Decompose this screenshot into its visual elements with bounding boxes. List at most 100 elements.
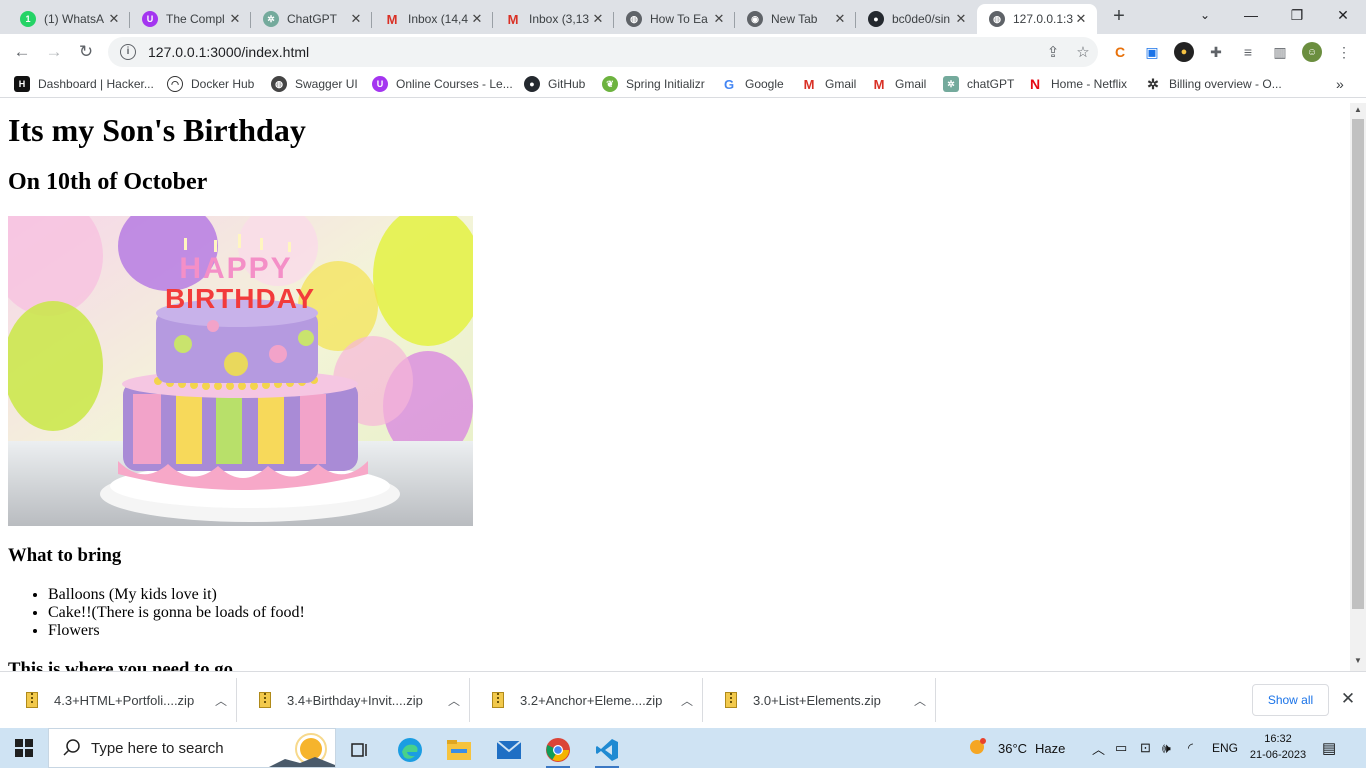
show-hidden-icons-chevron[interactable]: ︿ [1092,728,1105,768]
weather-widget-icon [269,733,335,767]
bookmark-swagger[interactable]: ◍ Swagger UI [271,75,358,93]
where-to-go-heading: This is where you need to go [8,659,233,671]
chevron-up-icon[interactable]: ︿ [439,692,469,709]
reload-icon[interactable]: ↻ [72,38,100,66]
bookmark-github[interactable]: ● GitHub [524,75,585,93]
profile-avatar[interactable]: ☺ [1302,42,1322,62]
close-tab-icon[interactable]: ✕ [832,11,848,27]
gmail-icon: M [386,11,398,27]
show-all-downloads-button[interactable]: Show all [1252,684,1329,716]
close-tab-icon[interactable]: ✕ [227,11,243,27]
back-icon[interactable]: ← [8,38,36,66]
bookmark-gmail-2[interactable]: M Gmail [871,75,927,93]
bookmark-chatgpt[interactable]: ✲ chatGPT [943,75,1014,93]
bookmark-billing-overview[interactable]: ✲ Billing overview - O... [1145,75,1282,93]
tab-udemy[interactable]: U The Compl ✕ [130,4,251,34]
battery-icon[interactable]: ▭ [1115,728,1127,768]
close-tab-icon[interactable]: ✕ [711,11,727,27]
bookmark-online-courses[interactable]: U Online Courses - Le... [372,75,513,93]
extensions-puzzle-icon[interactable]: ✚ [1206,42,1226,62]
weather-tray[interactable]: 36°C Haze [968,728,1065,768]
zip-file-icon [26,692,38,708]
taskbar-search-box[interactable]: Type here to search [48,728,336,768]
share-icon[interactable]: ⇪ [1038,43,1068,61]
bookmark-hackerrank[interactable]: H Dashboard | Hacker... [14,75,154,93]
file-explorer-icon[interactable] [439,732,479,768]
address-bar[interactable]: i 127.0.0.1:3000/index.html ⇪ ☆ [108,37,1098,67]
system-clock[interactable]: 16:32 21-06-2023 [1248,731,1308,763]
vscode-icon[interactable] [587,732,627,768]
download-item[interactable]: 3.0+List+Elements.zip ︿ [703,678,936,722]
windows-start-button[interactable] [0,728,48,768]
page-scrollbar[interactable]: ▲ ▼ [1350,103,1366,671]
mail-icon[interactable] [489,732,529,768]
scroll-up-icon[interactable]: ▲ [1350,105,1366,119]
gmail-icon: M [507,11,519,27]
close-tab-icon[interactable]: ✕ [590,11,606,27]
tab-whatsapp[interactable]: 1 (1) WhatsA ✕ [8,4,130,34]
meet-now-icon[interactable]: ⊡ [1140,728,1151,768]
menu-kebab-icon[interactable]: ⋮ [1334,42,1354,62]
bookmark-gmail-1[interactable]: M Gmail [801,75,857,93]
tab-github[interactable]: ● bc0de0/sin ✕ [856,4,977,34]
close-tab-icon[interactable]: ✕ [469,11,485,27]
close-tab-icon[interactable]: ✕ [1073,11,1089,27]
extension-circle-icon[interactable]: ● [1174,42,1194,62]
google-icon: G [723,76,735,92]
bookmarks-overflow-icon[interactable]: » [1336,75,1344,93]
tab-how-to[interactable]: ◍ How To Ea ✕ [614,4,735,34]
tab-gmail-2[interactable]: M Inbox (3,13 ✕ [493,4,614,34]
extension-screen-icon[interactable]: ▣ [1142,42,1162,62]
address-url[interactable]: 127.0.0.1:3000/index.html [148,44,1038,60]
reading-list-icon[interactable]: ≡ [1238,42,1258,62]
page-title: Its my Son's Birthday [8,112,306,148]
close-tab-icon[interactable]: ✕ [106,11,122,27]
site-info-icon[interactable]: i [120,44,136,60]
openai-icon: ✲ [1147,75,1159,92]
download-item[interactable]: 3.2+Anchor+Eleme....zip ︿ [470,678,703,722]
close-downloads-icon[interactable]: ✕ [1338,689,1358,709]
chrome-icon: ◉ [747,11,763,27]
close-window-button[interactable]: ✕ [1320,0,1366,30]
weather-description: Haze [1035,740,1066,756]
scrollbar-thumb[interactable] [1352,119,1364,609]
task-view-icon[interactable] [340,732,380,768]
side-panel-icon[interactable]: ▥ [1270,42,1290,62]
chevron-up-icon[interactable]: ︿ [905,692,935,709]
minimize-button[interactable]: ― [1228,0,1274,30]
close-tab-icon[interactable]: ✕ [348,11,364,27]
windows-taskbar: Type here to search 36°C Haze ︿ ▭ ⊡ 🕪 ◜ … [0,728,1366,768]
bookmark-docker-hub[interactable]: ◠ Docker Hub [167,75,254,93]
chevron-up-icon[interactable]: ︿ [206,692,236,709]
tab-new-tab[interactable]: ◉ New Tab ✕ [735,4,856,34]
chrome-taskbar-icon[interactable] [538,732,578,768]
bookmark-google[interactable]: G Google [721,75,784,93]
tab-chatgpt[interactable]: ✲ ChatGPT ✕ [251,4,372,34]
udemy-icon: U [142,11,158,27]
tab-localhost-active[interactable]: ◍ 127.0.0.1:3 ✕ [977,4,1097,34]
close-tab-icon[interactable]: ✕ [953,11,969,27]
extension-c-icon[interactable]: C [1110,42,1130,62]
language-indicator[interactable]: ENG [1212,728,1238,768]
download-item[interactable]: 3.4+Birthday+Invit....zip ︿ [237,678,470,722]
page-viewport: Its my Son's Birthday On 10th of October [0,103,1350,671]
bookmark-star-icon[interactable]: ☆ [1068,43,1098,61]
volume-icon[interactable]: 🕪 [1162,728,1171,768]
tab-search-icon[interactable]: ⌄ [1182,0,1228,30]
netflix-icon: N [1029,76,1041,92]
chevron-up-icon[interactable]: ︿ [672,692,702,709]
clock-date: 21-06-2023 [1249,749,1307,761]
restore-button[interactable]: ❐ [1274,0,1320,30]
download-item[interactable]: 4.3+HTML+Portfoli....zip ︿ [4,678,237,722]
globe-icon: ◍ [626,11,642,27]
edge-browser-icon[interactable] [390,732,430,768]
bookmark-netflix[interactable]: N Home - Netflix [1027,75,1127,93]
notification-center-icon[interactable]: ▤ [1322,728,1336,768]
tab-gmail-1[interactable]: M Inbox (14,4 ✕ [372,4,493,34]
network-icon[interactable]: ◜ [1188,728,1193,768]
forward-icon[interactable]: → [40,38,68,66]
scroll-down-icon[interactable]: ▼ [1350,656,1366,670]
new-tab-button[interactable]: + [1108,6,1130,28]
bookmark-spring-initializr[interactable]: ❦ Spring Initializr [602,75,705,93]
windows-logo-icon [15,739,33,757]
